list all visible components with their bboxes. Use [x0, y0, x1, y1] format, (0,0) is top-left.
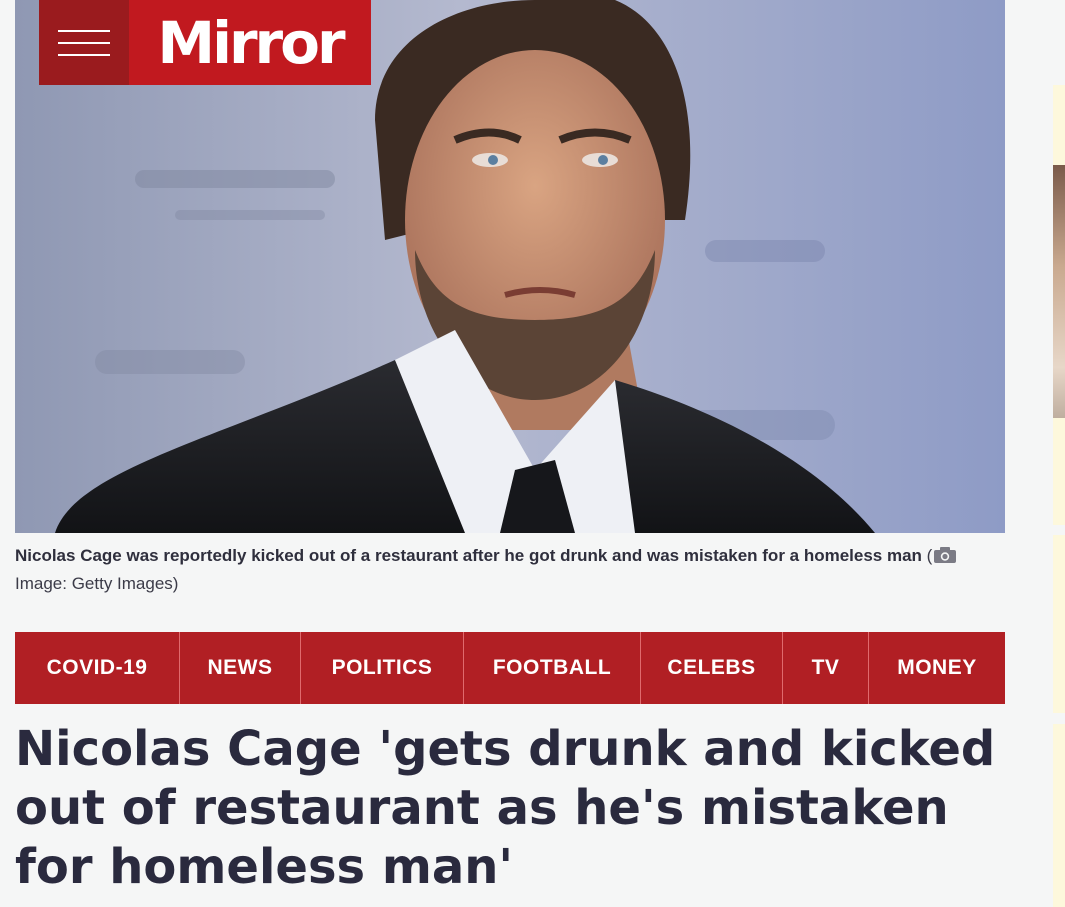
sidebar-panel — [1053, 535, 1065, 713]
nav-item-money[interactable]: MONEY — [869, 632, 1005, 704]
masthead: Mirror — [39, 0, 371, 85]
nav-item-covid19[interactable]: COVID-19 — [15, 632, 180, 704]
nav-item-news[interactable]: NEWS — [180, 632, 301, 704]
image-caption: Nicolas Cage was reportedly kicked out o… — [15, 542, 995, 598]
sidebar-image[interactable] — [1053, 165, 1065, 418]
credit-text: Image: Getty Images) — [15, 574, 179, 593]
nav-item-politics[interactable]: POLITICS — [301, 632, 464, 704]
menu-line — [58, 29, 110, 32]
credit-open-paren: ( — [926, 546, 933, 565]
mirror-logo[interactable]: Mirror — [129, 0, 371, 85]
menu-icon[interactable] — [39, 0, 129, 85]
menu-line — [58, 53, 110, 56]
page: Mirror Nicolas Cage was reportedly kicke… — [0, 0, 1065, 907]
caption-text: Nicolas Cage was reportedly kicked out o… — [15, 546, 922, 565]
nav-item-celebs[interactable]: CELEBS — [641, 632, 783, 704]
menu-line — [58, 41, 110, 44]
nav-item-tv[interactable]: TV — [783, 632, 869, 704]
camera-icon — [934, 547, 957, 563]
sidebar-panel — [1053, 724, 1065, 907]
nav-item-football[interactable]: FOOTBALL — [464, 632, 641, 704]
article-headline: Nicolas Cage 'gets drunk and kicked out … — [15, 721, 996, 895]
section-nav: COVID-19 NEWS POLITICS FOOTBALL CELEBS T… — [15, 632, 1005, 704]
